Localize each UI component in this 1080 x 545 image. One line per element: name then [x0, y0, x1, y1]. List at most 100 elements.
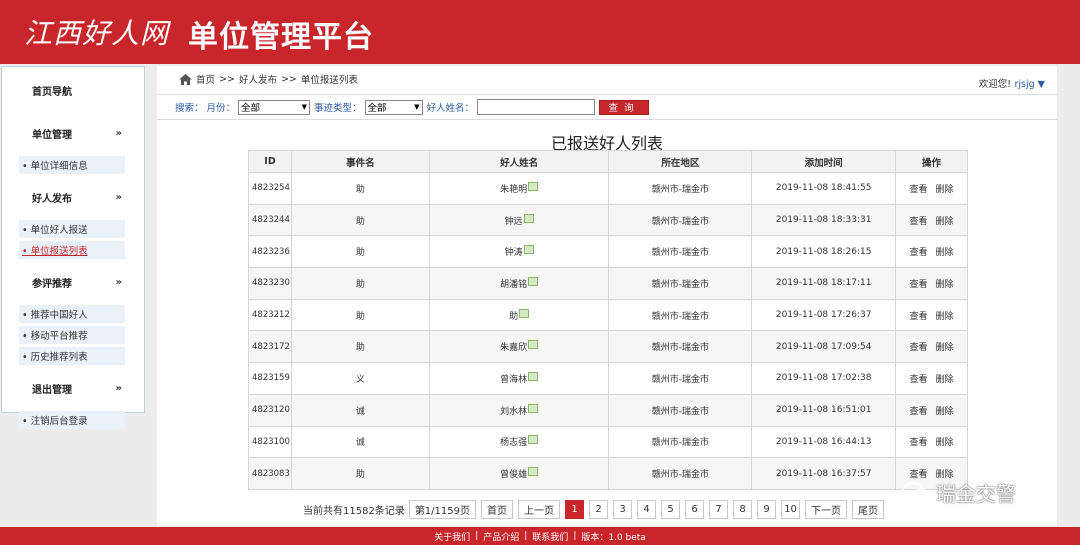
cell-actions: 查看 删除: [895, 298, 968, 332]
cell-event: 助: [290, 235, 430, 269]
delete-link[interactable]: 删除: [936, 185, 954, 195]
sidebar-group-label: 退出管理: [32, 384, 72, 396]
page-number-button[interactable]: 8: [733, 500, 752, 519]
dropdown-arrow-icon: ▼: [414, 103, 420, 111]
image-icon[interactable]: [528, 276, 539, 286]
delete-link[interactable]: 删除: [936, 280, 954, 290]
footer-separator: |: [524, 531, 528, 541]
type-select-value: 全部: [367, 103, 387, 114]
search-button[interactable]: 查询: [599, 99, 650, 115]
page-number-button[interactable]: 1: [565, 500, 584, 519]
page-number-button[interactable]: 4: [637, 500, 656, 519]
app-header: 江西好人网 单位管理平台: [0, 0, 1080, 64]
view-link[interactable]: 查看: [910, 280, 928, 290]
image-icon[interactable]: [523, 245, 534, 255]
cell-name: 朱嘉欣: [428, 330, 610, 364]
sidebar-item-history-list[interactable]: • 历史推荐列表: [19, 347, 125, 365]
last-page-button[interactable]: 尾页: [852, 500, 884, 519]
month-select[interactable]: 全部 ▼: [238, 99, 311, 115]
platform-title: 单位管理平台: [188, 20, 374, 55]
person-name: 钟远: [504, 216, 523, 227]
footer-about-link[interactable]: 关于我们: [434, 530, 470, 543]
page-number-button[interactable]: 10: [781, 500, 800, 519]
breadcrumb-home[interactable]: 首页: [196, 72, 215, 86]
sidebar-item-recommend-china[interactable]: • 推荐中国好人: [19, 305, 125, 323]
image-icon[interactable]: [519, 308, 530, 318]
person-name: 助: [509, 311, 519, 322]
cell-event: 助: [290, 203, 430, 237]
cell-id: 4823212: [248, 298, 292, 332]
image-icon[interactable]: [528, 340, 539, 350]
page-number-button[interactable]: 6: [685, 500, 704, 519]
welcome-text: 欢迎您!: [978, 79, 1011, 90]
main-panel: 首页 >> 好人发布 >> 单位报送列表 欢迎您! rjsjg ▼ 搜索： 月份…: [157, 66, 1057, 526]
sidebar-item-submit-list[interactable]: • 单位报送列表: [19, 241, 125, 259]
name-search-input[interactable]: [477, 99, 596, 115]
cell-event: 助: [290, 267, 430, 300]
delete-link[interactable]: 删除: [936, 343, 954, 353]
cell-region: 赣州市-瑞金市: [608, 267, 753, 300]
view-link[interactable]: 查看: [910, 343, 928, 353]
col-actions: 操作: [895, 150, 968, 173]
sidebar-group-publish[interactable]: 好人发布 »: [2, 177, 144, 217]
sidebar-item-mobile-recommend[interactable]: • 移动平台推荐: [19, 326, 125, 344]
sidebar-home[interactable]: 首页导航: [2, 67, 144, 113]
sidebar-group-exit[interactable]: 退出管理 »: [2, 368, 144, 408]
view-link[interactable]: 查看: [910, 248, 928, 258]
type-label: 事迹类型：: [314, 103, 362, 114]
cell-time: 2019-11-08 16:51:01: [751, 393, 897, 427]
delete-link[interactable]: 删除: [936, 375, 954, 385]
name-label: 好人姓名：: [426, 103, 475, 114]
sidebar-group-unit-manage[interactable]: 单位管理 »: [2, 113, 144, 153]
sidebar-item-logout[interactable]: • 注销后台登录: [19, 411, 125, 429]
cell-id: 4823244: [248, 203, 292, 237]
next-page-button[interactable]: 下一页: [805, 500, 847, 519]
image-icon[interactable]: [528, 371, 539, 381]
footer-contact-link[interactable]: 联系我们: [532, 530, 568, 543]
delete-link[interactable]: 删除: [936, 312, 954, 322]
cell-id: 4823230: [248, 267, 292, 300]
month-label: 月份：: [206, 103, 236, 114]
site-logo[interactable]: 江西好人网: [24, 12, 169, 52]
sidebar-item-unit-submit[interactable]: • 单位好人报送: [19, 220, 125, 238]
cell-region: 赣州市-瑞金市: [608, 235, 753, 269]
person-name: 杨志强: [500, 438, 528, 449]
month-select-value: 全部: [241, 103, 261, 114]
page-number-button[interactable]: 9: [757, 500, 776, 519]
delete-link[interactable]: 删除: [936, 407, 954, 417]
user-menu[interactable]: rjsjg ▼: [1015, 79, 1046, 90]
sidebar-item-unit-detail[interactable]: • 单位详细信息: [19, 156, 125, 174]
breadcrumb-level1[interactable]: 好人发布: [239, 72, 277, 86]
table-row: 4823244 助钟远 赣州市-瑞金市 2019-11-08 18:33:31 查看 删除: [248, 203, 968, 237]
col-event: 事件名: [290, 150, 430, 173]
table-row: 4823254 助朱艳明 赣州市-瑞金市 2019-11-08 18:41:55 查看删…: [248, 172, 968, 205]
delete-link[interactable]: 删除: [936, 217, 954, 227]
image-icon[interactable]: [528, 403, 539, 413]
view-link[interactable]: 查看: [910, 217, 928, 227]
image-icon[interactable]: [528, 467, 539, 477]
table-header-row: ID 事件名 好人姓名 所在地区 添加时间 操作: [248, 150, 968, 173]
image-icon[interactable]: [528, 181, 539, 191]
cell-event: 诚: [290, 425, 430, 459]
chevron-down-icon: »: [115, 127, 122, 139]
view-link[interactable]: 查看: [910, 185, 928, 195]
page-number-button[interactable]: 5: [661, 500, 680, 519]
breadcrumb: 首页 >> 好人发布 >> 单位报送列表: [179, 72, 358, 86]
first-page-button[interactable]: 首页: [481, 500, 513, 519]
view-link[interactable]: 查看: [910, 438, 928, 448]
type-select[interactable]: 全部 ▼: [364, 99, 423, 115]
sidebar-group-recommend[interactable]: 参评推荐 »: [2, 262, 144, 302]
view-link[interactable]: 查看: [910, 375, 928, 385]
page-number-button[interactable]: 7: [709, 500, 728, 519]
delete-link[interactable]: 删除: [936, 438, 954, 448]
view-link[interactable]: 查看: [910, 312, 928, 322]
image-icon[interactable]: [528, 435, 539, 445]
view-link[interactable]: 查看: [910, 407, 928, 417]
page-number-button[interactable]: 2: [589, 500, 608, 519]
page-number-button[interactable]: 3: [613, 500, 632, 519]
prev-page-button[interactable]: 上一页: [518, 500, 560, 519]
image-icon[interactable]: [523, 213, 534, 223]
cell-region: 赣州市-瑞金市: [608, 457, 753, 490]
delete-link[interactable]: 删除: [936, 248, 954, 258]
footer-product-link[interactable]: 产品介绍: [483, 530, 519, 543]
